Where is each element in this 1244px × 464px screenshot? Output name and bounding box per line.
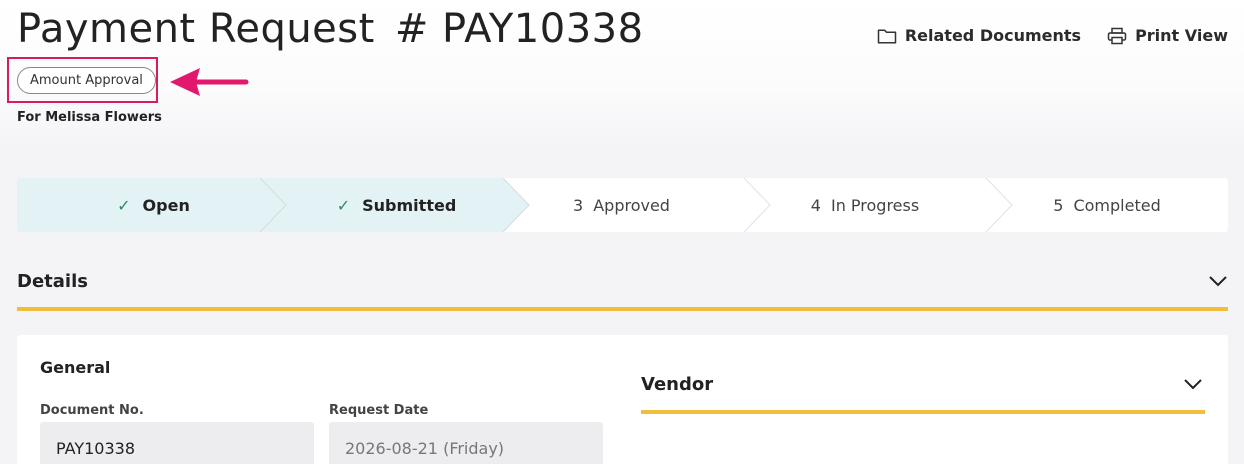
step-completed[interactable]: 5 Completed <box>986 178 1228 232</box>
step-open[interactable]: ✓ Open <box>17 178 290 232</box>
check-icon: ✓ <box>336 195 351 215</box>
related-documents-label: Related Documents <box>904 26 1082 45</box>
step-number: 3 <box>573 195 584 215</box>
step-number: 5 <box>1053 195 1064 215</box>
request-date-label: Request Date <box>329 403 429 418</box>
general-section-title: General <box>40 358 111 377</box>
print-view-link[interactable]: Print View <box>1107 26 1228 45</box>
step-approved[interactable]: 3 Approved <box>503 178 740 232</box>
page-title-text: Payment Request <box>17 6 375 52</box>
step-label: Completed <box>1073 195 1161 215</box>
vendor-section-title[interactable]: Vendor <box>641 374 713 395</box>
print-view-label: Print View <box>1135 26 1228 45</box>
vendor-accent-bar <box>641 410 1205 414</box>
chevron-down-icon[interactable] <box>1208 275 1228 287</box>
step-number: 4 <box>810 195 821 215</box>
related-documents-link[interactable]: Related Documents <box>877 26 1081 45</box>
document-number-title: # PAY10338 <box>394 6 644 52</box>
folder-icon <box>877 28 897 43</box>
document-no-field[interactable]: PAY10338 <box>40 422 314 464</box>
chevron-down-icon[interactable] <box>1183 378 1203 390</box>
details-accent-bar <box>17 307 1228 311</box>
document-no-label: Document No. <box>40 403 144 418</box>
requester-subtitle: For Melissa Flowers <box>17 110 162 125</box>
printer-icon <box>1107 27 1127 44</box>
step-label: Submitted <box>362 195 457 215</box>
step-submitted[interactable]: ✓ Submitted <box>260 178 533 232</box>
check-icon: ✓ <box>117 195 131 215</box>
details-card: General Document No. PAY10338 Request Da… <box>17 335 1228 464</box>
step-label: Open <box>142 195 190 215</box>
status-badge: Amount Approval <box>17 67 156 94</box>
details-title: Details <box>17 270 88 292</box>
annotation-arrow-icon <box>170 68 249 96</box>
step-in-progress[interactable]: 4 In Progress <box>744 178 986 232</box>
step-label: Approved <box>593 195 670 215</box>
details-section-header[interactable]: Details <box>17 268 1228 294</box>
step-label: In Progress <box>830 195 920 215</box>
header-actions: Related Documents Print View <box>877 26 1228 45</box>
page-title: Payment Request # PAY10338 <box>17 6 644 52</box>
request-date-field[interactable]: 2026-08-21 (Friday) <box>329 422 603 464</box>
status-stepper: ✓ Open ✓ Submitted 3 Approved 4 In Progr… <box>17 178 1228 232</box>
